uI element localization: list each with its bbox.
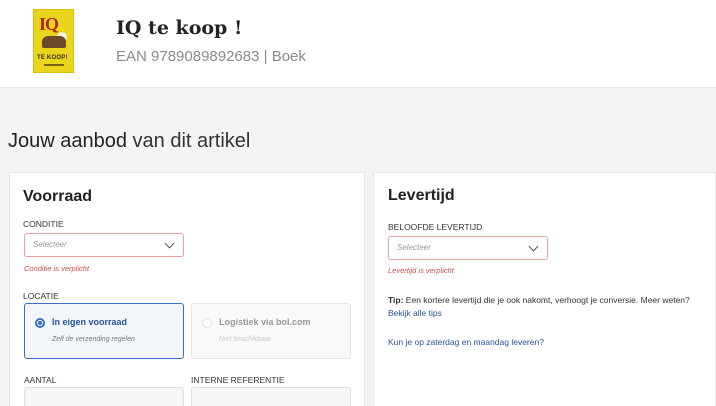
referentie-label: INTERNE REFERENTIE (191, 375, 285, 385)
page-heading: Jouw aanbod van dit artikel (8, 130, 250, 153)
locatie-option-logistiek-bol: Logistiek via bol.com Niet beschikbaar (191, 303, 351, 359)
option-title: Logistiek via bol.com (219, 317, 311, 327)
voorraad-card: Voorraad CONDITIE Selecteer Conditie is … (9, 172, 365, 406)
conditie-label: CONDITIE (23, 219, 64, 229)
conditie-error: Conditie is verplicht (24, 264, 90, 273)
aantal-input[interactable] (24, 387, 184, 406)
levertijd-error: Levertijd is verplicht (388, 266, 454, 275)
voorraad-title: Voorraad (23, 188, 93, 205)
bekijk-tips-link[interactable]: Bekijk alle tips (388, 308, 442, 318)
chevron-down-icon (164, 238, 175, 249)
levertijd-card: Levertijd BELOOFDE LEVERTIJD Selecteer L… (373, 172, 716, 406)
cover-divider (44, 64, 64, 66)
cover-title: IQ (39, 14, 59, 34)
product-header: IQ TE KOOP! IQ te koop ! EAN 97890898926… (0, 0, 716, 88)
aantal-label: AANTAL (24, 375, 57, 385)
option-subtitle: Zelf de verzending regelen (52, 336, 135, 343)
levertijd-tip: Tip: Een kortere levertijd die je ook na… (388, 294, 714, 307)
conditie-placeholder: Selecteer (33, 240, 67, 249)
levertijd-select[interactable]: Selecteer (388, 236, 548, 260)
option-title: In eigen voorraad (52, 317, 128, 327)
tip-text: Een kortere levertijd die je ook nakomt,… (403, 295, 690, 305)
cover-illustration (42, 36, 66, 48)
page-heading-strong: Jouw aanbod (8, 130, 127, 152)
referentie-input[interactable] (191, 387, 351, 406)
chevron-down-icon (528, 241, 539, 252)
locatie-label: LOCATIE (23, 291, 59, 301)
product-title: IQ te koop ! (116, 17, 243, 39)
cover-subtitle: TE KOOP! (37, 55, 68, 61)
tip-label: Tip: (388, 295, 404, 305)
radio-disabled-icon (202, 318, 212, 328)
beloofde-levertijd-label: BELOOFDE LEVERTIJD (388, 222, 483, 232)
book-cover-image[interactable]: IQ TE KOOP! (33, 9, 74, 73)
levertijd-title: Levertijd (388, 187, 455, 204)
product-ean: EAN 9789089892683 | Boek (116, 48, 306, 65)
page-heading-rest: van dit artikel (126, 130, 251, 152)
radio-selected-icon[interactable] (35, 318, 45, 328)
locatie-option-eigen-voorraad[interactable]: In eigen voorraad Zelf de verzending reg… (24, 303, 184, 359)
weekend-levering-link[interactable]: Kun je op zaterdag en maandag leveren? (388, 337, 544, 347)
levertijd-placeholder: Selecteer (397, 243, 431, 252)
conditie-select[interactable]: Selecteer (24, 233, 184, 257)
option-subtitle: Niet beschikbaar (219, 336, 272, 343)
